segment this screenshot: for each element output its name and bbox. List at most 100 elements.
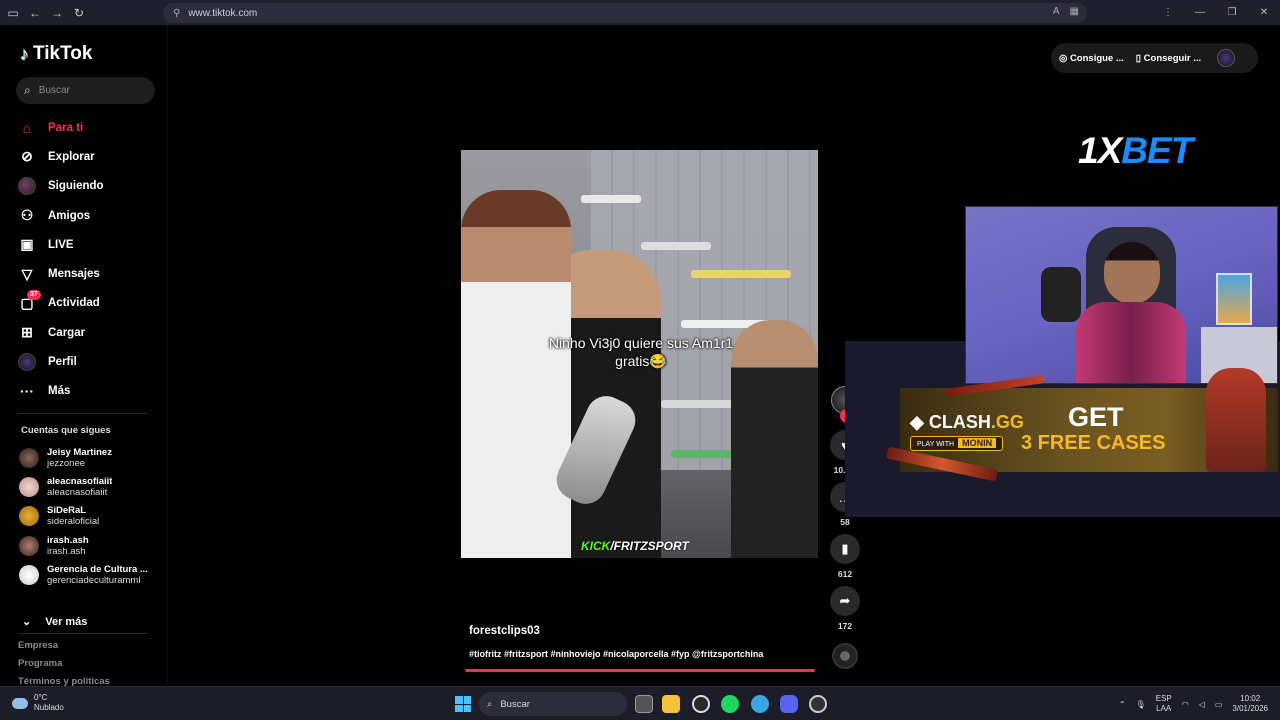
microphone-icon[interactable]: 🎙: [1136, 700, 1146, 709]
nav-label: Amigos: [48, 209, 91, 222]
forward-icon[interactable]: →: [46, 2, 68, 24]
task-view-icon[interactable]: [635, 695, 653, 713]
footer-link[interactable]: Empresa: [18, 637, 110, 655]
nav-item-perfil[interactable]: Perfil: [18, 347, 158, 376]
reader-icon[interactable]: ▦: [1070, 6, 1079, 17]
back-icon[interactable]: ←: [24, 2, 46, 24]
wifi-icon[interactable]: ◠: [1182, 700, 1189, 709]
tab-menu-icon[interactable]: ⋮: [1152, 0, 1184, 25]
nav-item-actividad[interactable]: ▢ 37 Actividad: [18, 289, 158, 318]
sidebar-toggle-icon[interactable]: ▭: [2, 2, 24, 24]
clock[interactable]: 10:02 3/01/2026: [1232, 694, 1268, 714]
battery-icon[interactable]: ▭: [1215, 700, 1223, 709]
taskbar-search[interactable]: ⌕ Buscar: [479, 692, 627, 716]
app-icon[interactable]: [809, 695, 827, 713]
close-icon[interactable]: ✕: [1248, 0, 1280, 25]
divider: [18, 633, 148, 634]
windows-start-icon[interactable]: [455, 696, 471, 712]
language-indicator[interactable]: ESP LAA: [1156, 694, 1172, 714]
footer-link[interactable]: Programa: [18, 655, 110, 673]
webcam-scene: [1041, 267, 1081, 322]
nav-item-mensajes[interactable]: ▽ Mensajes: [18, 259, 158, 288]
profile-avatar[interactable]: [1217, 49, 1236, 67]
follow-user: jezzonee: [47, 457, 86, 469]
volume-icon[interactable]: ◁: [1199, 700, 1205, 709]
follow-user: sideraloficial: [47, 516, 100, 528]
list-item[interactable]: SiDeRaL sideraloficial: [19, 502, 164, 531]
follow-user: gerenciadeculturamml: [47, 574, 141, 586]
tiktok-logo[interactable]: ♪ TikTok: [20, 43, 92, 65]
weather-widget[interactable]: 0°C Nublado: [12, 693, 64, 713]
nav-item-amigos[interactable]: ⚇ Amigos: [18, 201, 158, 230]
webcam-scene: [1216, 273, 1252, 325]
restore-icon[interactable]: ❐: [1216, 0, 1248, 25]
follow-name: aleacnasofiaiit: [47, 475, 113, 487]
follow-name: Gerencia de Cultura ...: [47, 563, 148, 575]
search-input[interactable]: ⌕ Buscar: [16, 77, 155, 104]
divider: [18, 413, 148, 414]
minimize-icon[interactable]: —: [1184, 0, 1216, 25]
get-coins-button[interactable]: ◎ Consigue ...: [1059, 53, 1124, 64]
music-disc-icon[interactable]: [832, 643, 858, 669]
weather-desc: Nublado: [34, 703, 64, 712]
taskbar-search-label: Buscar: [500, 698, 530, 710]
telegram-icon[interactable]: [751, 695, 769, 713]
chevron-down-icon: ⌄: [22, 616, 32, 628]
list-item[interactable]: Gerencia de Cultura ... gerenciadecultura…: [19, 560, 164, 589]
play-with-code: MONIN: [958, 438, 997, 448]
promo-free-cases: 3 FREE CASES: [1021, 432, 1166, 454]
nav-item-explorar[interactable]: ⊘ Explorar: [18, 142, 158, 171]
video-scene: [641, 242, 711, 250]
avatar: [19, 564, 39, 585]
nav-item-live[interactable]: ▣ LIVE: [18, 230, 158, 259]
comment-count: 58: [840, 517, 850, 527]
share-icon: ➦: [830, 586, 860, 616]
share-button[interactable]: ➦ 172: [829, 586, 861, 633]
nav-label: Actividad: [48, 297, 100, 310]
list-item[interactable]: irash.ash irash.ash: [19, 531, 164, 560]
file-explorer-icon[interactable]: [662, 695, 680, 713]
clock-time: 10:02: [1240, 694, 1261, 703]
save-count: 612: [837, 569, 853, 579]
live-tv-icon: ▣: [20, 236, 34, 253]
nav-item-siguiendo[interactable]: Siguiendo: [18, 172, 158, 201]
list-item[interactable]: Jeisy Martinez jezzonee: [19, 443, 164, 472]
video-author[interactable]: forestclips03: [469, 625, 540, 637]
footer-links: Empresa Programa Términos y políticas: [18, 637, 110, 691]
browser-app-icon[interactable]: [692, 695, 710, 713]
follow-name: Jeisy Martinez: [47, 446, 112, 458]
video-player[interactable]: Ninho Vi3j0 quiere sus Am1r1 gratis😂 KIC…: [461, 150, 818, 558]
avatar: [19, 535, 39, 556]
video-caption: Ninho Vi3j0 quiere sus Am1r1 gratis😂: [548, 335, 734, 369]
left-sidebar: ♪ TikTok ⌕ Buscar ⌂ Para ti ⊘ Explorar S…: [0, 25, 168, 687]
video-progress-bar[interactable]: [465, 669, 815, 672]
video-scene: [731, 320, 818, 558]
following-title: Cuentas que sigues: [21, 425, 111, 436]
nav-item-para-ti[interactable]: ⌂ Para ti: [18, 113, 158, 142]
see-more-button[interactable]: ⌄ Ver más: [22, 615, 88, 629]
see-more-label: Ver más: [45, 615, 88, 628]
spotify-icon[interactable]: [721, 695, 739, 713]
address-bar[interactable]: ⚲ www.tiktok.com A ▦: [163, 3, 1087, 23]
search-placeholder: Buscar: [38, 85, 70, 96]
save-button[interactable]: ▮ 612: [829, 534, 861, 581]
nav-item-cargar[interactable]: ⊞ Cargar: [18, 318, 158, 347]
site-info-icon[interactable]: ⚲: [173, 8, 180, 19]
translate-icon[interactable]: A: [1053, 6, 1060, 17]
discord-icon[interactable]: [780, 695, 798, 713]
list-item[interactable]: aleacnasofiaiit aleacnasofiaiit: [19, 472, 164, 501]
reload-icon[interactable]: ↻: [68, 2, 90, 24]
bookmark-icon: ▮: [830, 534, 860, 564]
nav-item-mas[interactable]: ··· Más: [18, 377, 158, 406]
chevron-up-icon[interactable]: ⌃: [1119, 700, 1126, 709]
bet-logo-2: BET: [1121, 130, 1193, 171]
get-app-button[interactable]: ▯ Conseguir ...: [1136, 53, 1201, 64]
avatar: [19, 447, 39, 468]
upload-plus-icon: ⊞: [21, 324, 33, 341]
video-hashtags[interactable]: #tiofritz #fritzsport #ninhoviejo #nicol…: [469, 649, 763, 659]
nav-label: Mensajes: [48, 268, 100, 281]
system-tray: ⌃ 🎙 ESP LAA ◠ ◁ ▭ 10:02 3/01/2026: [1119, 694, 1268, 714]
send-icon: ▽: [21, 265, 33, 282]
brand-name: TikTok: [33, 43, 93, 64]
lang-2: LAA: [1156, 704, 1172, 713]
